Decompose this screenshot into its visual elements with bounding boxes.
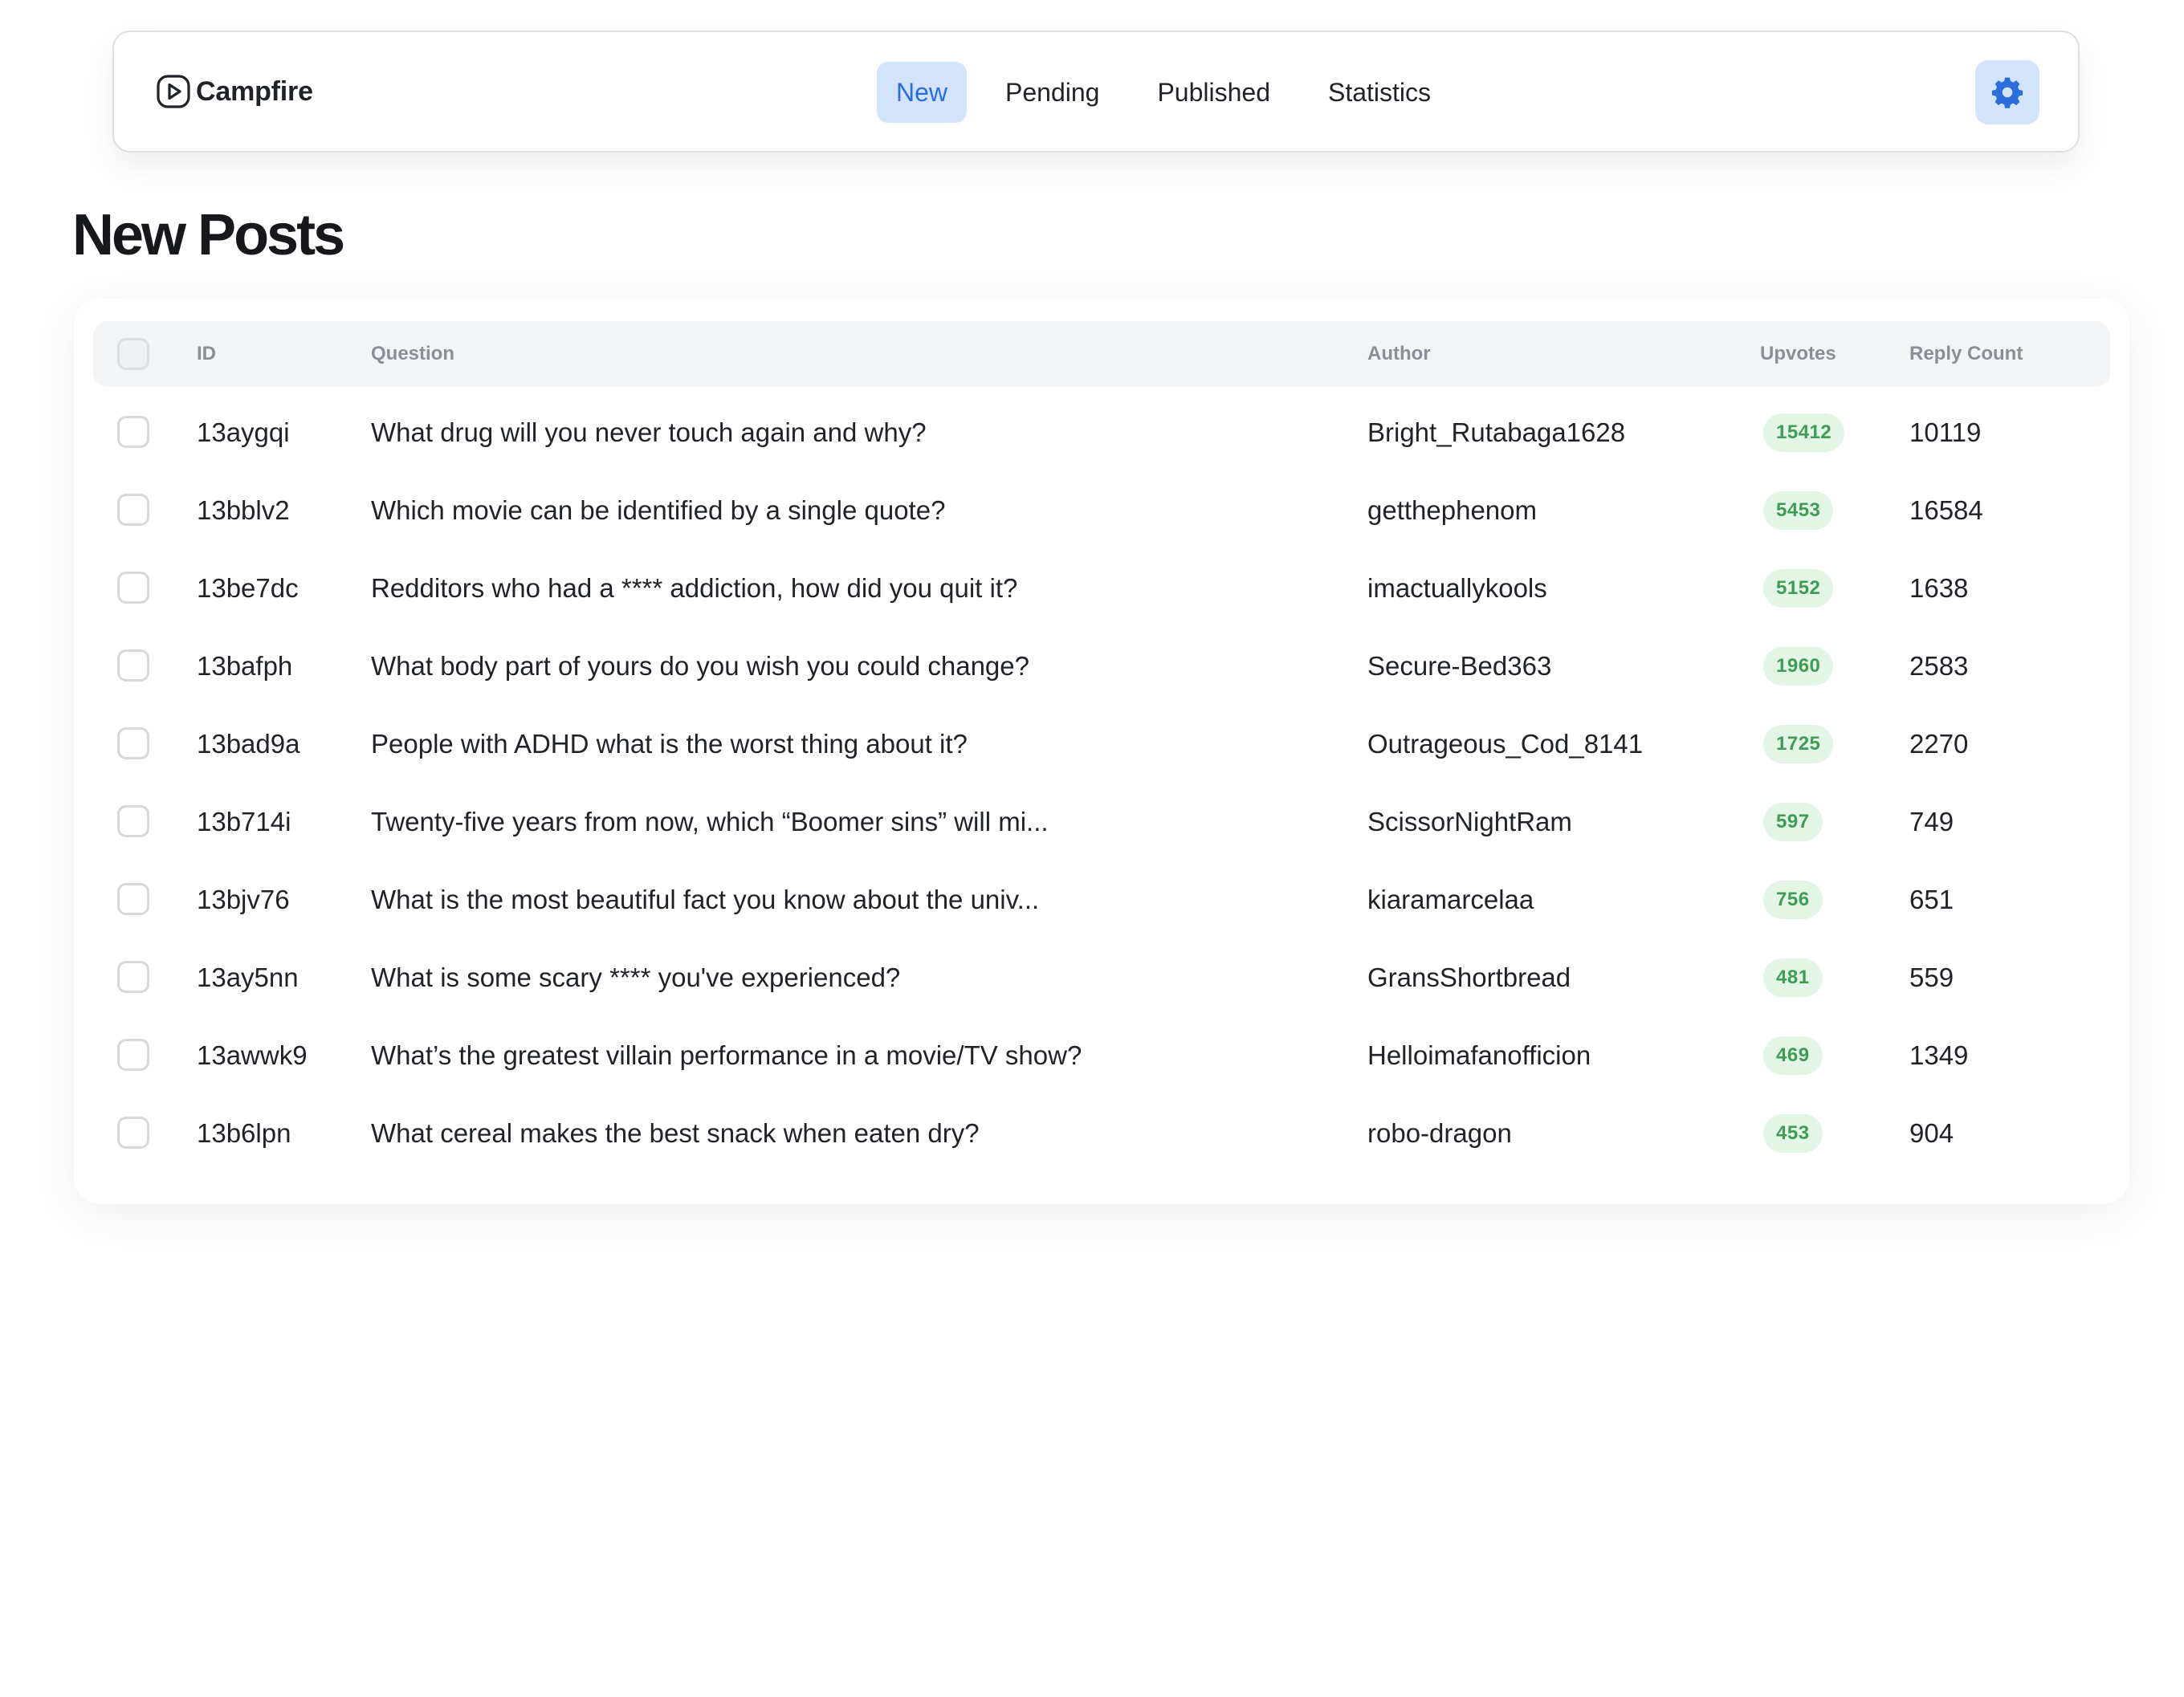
table-row[interactable]: 13bad9a People with ADHD what is the wor… bbox=[74, 705, 2129, 783]
post-question[interactable]: What drug will you never touch again and… bbox=[371, 393, 927, 471]
upvotes-badge: 756 bbox=[1763, 880, 1823, 919]
posts-table: ID Question Author Upvotes Reply Count 1… bbox=[74, 299, 2129, 1204]
table-header: ID Question Author Upvotes Reply Count bbox=[93, 321, 2110, 387]
brand-name: Campfire bbox=[196, 75, 313, 107]
column-header-author[interactable]: Author bbox=[1367, 321, 1431, 387]
upvotes-badge: 481 bbox=[1763, 958, 1823, 997]
post-question[interactable]: What body part of yours do you wish you … bbox=[371, 627, 1029, 705]
post-id: 13bafph bbox=[197, 650, 293, 681]
select-all-checkbox[interactable] bbox=[117, 338, 149, 370]
upvotes-badge: 1725 bbox=[1763, 724, 1834, 763]
settings-button[interactable] bbox=[1975, 60, 2039, 124]
post-question[interactable]: Twenty-five years from now, which “Boome… bbox=[371, 783, 1049, 861]
column-header-reply-count[interactable]: Reply Count bbox=[1909, 321, 2023, 387]
upvotes-badge: 469 bbox=[1763, 1036, 1823, 1075]
page-title: New Posts bbox=[72, 203, 345, 267]
post-author: kiaramarcelaa bbox=[1367, 884, 1534, 914]
post-id: 13b6lpn bbox=[197, 1117, 291, 1148]
row-checkbox[interactable] bbox=[117, 727, 149, 759]
row-checkbox[interactable] bbox=[117, 494, 149, 526]
top-navbar: Campfire New Pending Published Statistic… bbox=[112, 31, 2080, 153]
table-row[interactable]: 13be7dc Redditors who had a **** addicti… bbox=[74, 549, 2129, 627]
table-row[interactable]: 13b6lpn What cereal makes the best snack… bbox=[74, 1094, 2129, 1172]
reply-count: 651 bbox=[1909, 884, 1954, 914]
post-question[interactable]: Which movie can be identified by a singl… bbox=[371, 471, 945, 549]
tab-pending[interactable]: Pending bbox=[986, 62, 1118, 123]
row-checkbox[interactable] bbox=[117, 649, 149, 682]
upvotes-badge: 5152 bbox=[1763, 568, 1834, 608]
table-row[interactable]: 13b714i Twenty-five years from now, whic… bbox=[74, 783, 2129, 861]
post-author: robo-dragon bbox=[1367, 1117, 1512, 1148]
post-question[interactable]: What is some scary **** you've experienc… bbox=[371, 938, 900, 1016]
post-question[interactable]: People with ADHD what is the worst thing… bbox=[371, 705, 968, 783]
table-body: 13aygqi What drug will you never touch a… bbox=[74, 393, 2129, 1172]
table-row[interactable]: 13bblv2 Which movie can be identified by… bbox=[74, 471, 2129, 549]
post-author: GransShortbread bbox=[1367, 962, 1571, 992]
tab-statistics[interactable]: Statistics bbox=[1309, 62, 1450, 123]
post-id: 13be7dc bbox=[197, 572, 299, 603]
row-checkbox[interactable] bbox=[117, 805, 149, 837]
post-question[interactable]: Redditors who had a **** addiction, how … bbox=[371, 549, 1017, 627]
tab-published[interactable]: Published bbox=[1138, 62, 1290, 123]
post-author: getthephenom bbox=[1367, 494, 1538, 525]
post-author: Secure-Bed363 bbox=[1367, 650, 1552, 681]
gear-icon bbox=[1991, 77, 2023, 108]
brand[interactable]: Campfire bbox=[156, 74, 313, 109]
post-question[interactable]: What cereal makes the best snack when ea… bbox=[371, 1094, 980, 1172]
post-id: 13bad9a bbox=[197, 728, 300, 759]
reply-count: 2270 bbox=[1909, 728, 1969, 759]
post-author: ScissorNightRam bbox=[1367, 806, 1572, 836]
row-checkbox[interactable] bbox=[117, 1039, 149, 1071]
post-author: imactuallykools bbox=[1367, 572, 1547, 603]
play-circle-icon bbox=[156, 74, 191, 109]
reply-count: 1349 bbox=[1909, 1040, 1969, 1070]
table-row[interactable]: 13ay5nn What is some scary **** you've e… bbox=[74, 938, 2129, 1016]
post-question[interactable]: What is the most beautiful fact you know… bbox=[371, 861, 1039, 938]
post-id: 13b714i bbox=[197, 806, 291, 836]
column-header-id[interactable]: ID bbox=[197, 321, 216, 387]
post-id: 13bblv2 bbox=[197, 494, 290, 525]
reply-count: 904 bbox=[1909, 1117, 1954, 1148]
tab-new[interactable]: New bbox=[877, 62, 968, 123]
post-question[interactable]: What’s the greatest villain performance … bbox=[371, 1016, 1082, 1094]
post-id: 13ay5nn bbox=[197, 962, 299, 992]
upvotes-badge: 597 bbox=[1763, 802, 1823, 841]
upvotes-badge: 15412 bbox=[1763, 413, 1845, 452]
table-row[interactable]: 13awwk9 What’s the greatest villain perf… bbox=[74, 1016, 2129, 1094]
post-id: 13awwk9 bbox=[197, 1040, 308, 1070]
table-row[interactable]: 13bafph What body part of yours do you w… bbox=[74, 627, 2129, 705]
post-id: 13aygqi bbox=[197, 417, 290, 447]
upvotes-badge: 453 bbox=[1763, 1113, 1823, 1153]
table-row[interactable]: 13bjv76 What is the most beautiful fact … bbox=[74, 861, 2129, 938]
upvotes-badge: 5453 bbox=[1763, 490, 1834, 530]
post-id: 13bjv76 bbox=[197, 884, 290, 914]
column-header-upvotes[interactable]: Upvotes bbox=[1760, 321, 1836, 387]
reply-count: 16584 bbox=[1909, 494, 1983, 525]
reply-count: 559 bbox=[1909, 962, 1954, 992]
post-author: Bright_Rutabaga1628 bbox=[1367, 417, 1626, 447]
row-checkbox[interactable] bbox=[117, 1117, 149, 1149]
row-checkbox[interactable] bbox=[117, 572, 149, 604]
row-checkbox[interactable] bbox=[117, 961, 149, 993]
upvotes-badge: 1960 bbox=[1763, 646, 1834, 686]
nav-tabs: New Pending Published Statistics bbox=[877, 62, 1450, 123]
reply-count: 749 bbox=[1909, 806, 1954, 836]
reply-count: 1638 bbox=[1909, 572, 1969, 603]
table-row[interactable]: 13aygqi What drug will you never touch a… bbox=[74, 393, 2129, 471]
row-checkbox[interactable] bbox=[117, 416, 149, 448]
reply-count: 2583 bbox=[1909, 650, 1969, 681]
post-author: Helloimafanofficion bbox=[1367, 1040, 1591, 1070]
post-author: Outrageous_Cod_8141 bbox=[1367, 728, 1644, 759]
page: Campfire New Pending Published Statistic… bbox=[0, 0, 2184, 1697]
reply-count: 10119 bbox=[1909, 417, 1982, 447]
column-header-question[interactable]: Question bbox=[371, 321, 454, 387]
row-checkbox[interactable] bbox=[117, 883, 149, 915]
